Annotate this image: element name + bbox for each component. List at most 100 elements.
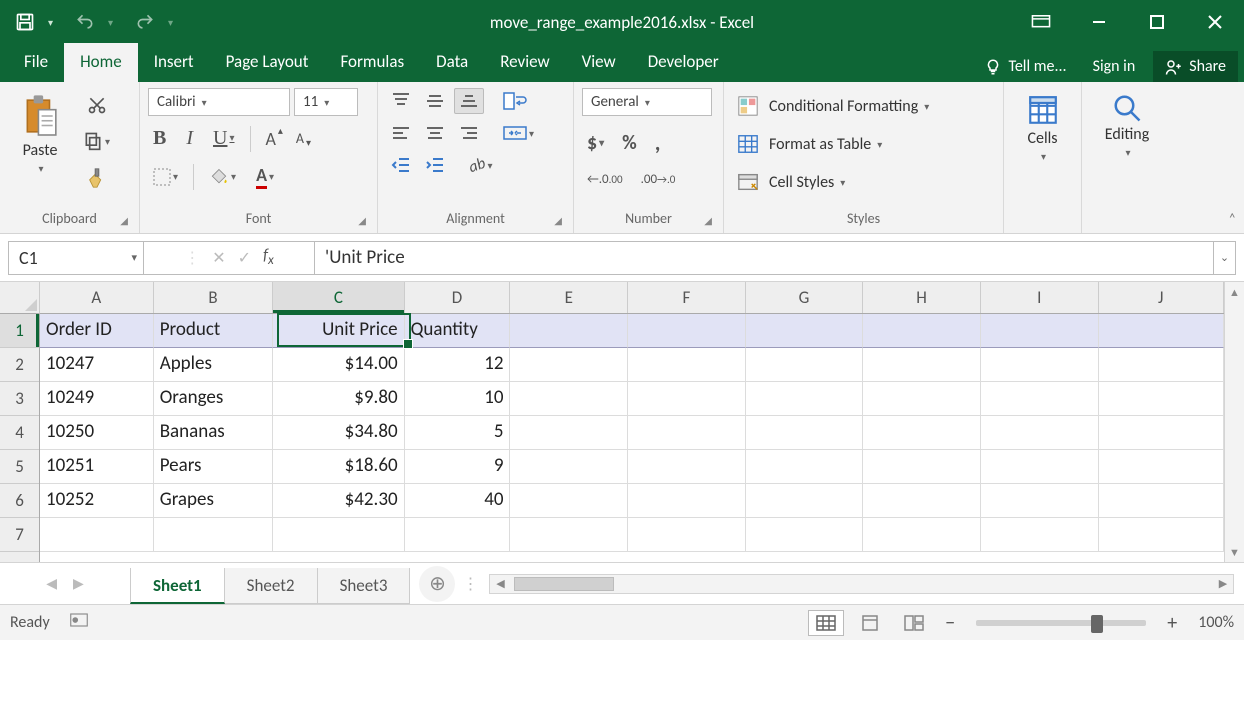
scroll-left-button[interactable]: ◀	[490, 575, 510, 593]
cell-D7[interactable]	[405, 518, 511, 552]
cell-I1[interactable]	[981, 314, 1099, 348]
collapse-ribbon-button[interactable]: ˄	[1228, 210, 1236, 227]
row-header-1[interactable]: 1	[0, 314, 39, 348]
cell-H4[interactable]	[863, 416, 981, 450]
scroll-down-button[interactable]: ▼	[1225, 542, 1244, 562]
cell-H1[interactable]	[863, 314, 981, 348]
paste-button[interactable]: Paste ▾	[8, 88, 72, 207]
align-middle-button[interactable]	[420, 88, 450, 114]
cell-G1[interactable]	[746, 314, 864, 348]
page-break-view-button[interactable]	[896, 610, 932, 636]
wrap-text-button[interactable]	[498, 88, 532, 114]
expand-formula-bar-button[interactable]: ⌄	[1214, 241, 1236, 275]
cell-I5[interactable]	[981, 450, 1099, 484]
save-button[interactable]	[10, 7, 40, 37]
cell-J5[interactable]	[1099, 450, 1224, 484]
decrease-font-button[interactable]: A▾	[291, 127, 309, 150]
cell-D1[interactable]: Quantity	[405, 314, 511, 348]
row-header-2[interactable]: 2	[0, 348, 39, 382]
column-header-D[interactable]: D	[405, 282, 511, 313]
comma-button[interactable]: ,	[650, 126, 666, 159]
format-as-table-button[interactable]: Format as Table▾	[732, 130, 995, 158]
minimize-button[interactable]	[1070, 0, 1128, 44]
page-layout-view-button[interactable]	[852, 610, 888, 636]
cell-H5[interactable]	[863, 450, 981, 484]
macro-recording-icon[interactable]	[70, 613, 88, 632]
cell-G5[interactable]	[746, 450, 864, 484]
increase-decimal-button[interactable]: ←.0.00	[582, 169, 628, 190]
decrease-indent-button[interactable]	[386, 152, 416, 178]
tab-data[interactable]: Data	[420, 43, 484, 82]
cell-J6[interactable]	[1099, 484, 1224, 518]
sheet-tab-sheet1[interactable]: Sheet1	[130, 568, 225, 604]
cell-styles-button[interactable]: Cell Styles▾	[732, 168, 995, 196]
cell-D4[interactable]: 5	[405, 416, 511, 450]
cell-D2[interactable]: 12	[405, 348, 511, 382]
cell-C6[interactable]: $42.30	[273, 484, 404, 518]
share-button[interactable]: Share	[1153, 51, 1238, 82]
sheet-tab-sheet2[interactable]: Sheet2	[224, 568, 318, 604]
new-sheet-button[interactable]: ⊕	[419, 566, 455, 602]
zoom-slider[interactable]	[976, 620, 1146, 626]
maximize-button[interactable]	[1128, 0, 1186, 44]
cell-E7[interactable]	[510, 518, 628, 552]
cells-area[interactable]: Order IDProductUnit PriceQuantity10247Ap…	[40, 314, 1224, 562]
cell-A4[interactable]: 10250	[40, 416, 154, 450]
undo-button[interactable]	[70, 7, 100, 37]
cell-C2[interactable]: $14.00	[273, 348, 404, 382]
vertical-scrollbar[interactable]: ▲ ▼	[1224, 282, 1244, 562]
number-format-combo[interactable]: General▾	[582, 88, 712, 116]
cell-E4[interactable]	[510, 416, 628, 450]
cell-B7[interactable]	[154, 518, 274, 552]
normal-view-button[interactable]	[808, 610, 844, 636]
cell-J4[interactable]	[1099, 416, 1224, 450]
cell-A7[interactable]	[40, 518, 154, 552]
insert-function-button[interactable]: fx	[263, 246, 274, 268]
cell-H6[interactable]	[863, 484, 981, 518]
cell-I7[interactable]	[981, 518, 1099, 552]
column-header-A[interactable]: A	[40, 282, 154, 313]
redo-dropdown-icon[interactable]: ▾	[168, 16, 182, 29]
zoom-out-button[interactable]: −	[940, 611, 960, 635]
row-header-4[interactable]: 4	[0, 416, 39, 450]
bold-button[interactable]: B	[148, 124, 171, 153]
increase-indent-button[interactable]	[420, 152, 450, 178]
copy-button[interactable]: ▾	[78, 128, 115, 154]
scroll-up-button[interactable]: ▲	[1225, 282, 1244, 302]
cell-B4[interactable]: Bananas	[154, 416, 274, 450]
merge-center-button[interactable]: ▾	[498, 120, 539, 146]
column-header-F[interactable]: F	[628, 282, 746, 313]
font-dialog-launcher[interactable]: ◢	[358, 214, 366, 227]
row-header-7[interactable]: 7	[0, 518, 39, 552]
cell-G7[interactable]	[746, 518, 864, 552]
cell-F6[interactable]	[628, 484, 746, 518]
tab-page-layout[interactable]: Page Layout	[210, 43, 325, 82]
increase-font-button[interactable]: A▴	[261, 125, 281, 153]
editing-menu-button[interactable]: Editing ▾	[1099, 88, 1155, 209]
enter-formula-button[interactable]: ✓	[238, 248, 251, 268]
cell-A3[interactable]: 10249	[40, 382, 154, 416]
number-dialog-launcher[interactable]: ◢	[704, 214, 712, 227]
redo-button[interactable]	[130, 7, 160, 37]
cell-A6[interactable]: 10252	[40, 484, 154, 518]
currency-button[interactable]: $▾	[582, 128, 609, 158]
tell-me-search[interactable]: Tell me...	[976, 51, 1074, 82]
align-left-button[interactable]	[386, 120, 416, 146]
hscroll-thumb[interactable]	[514, 577, 614, 591]
cell-F4[interactable]	[628, 416, 746, 450]
column-header-H[interactable]: H	[863, 282, 981, 313]
clipboard-dialog-launcher[interactable]: ◢	[120, 214, 128, 227]
name-box[interactable]: C1 ▾	[8, 241, 144, 275]
cell-F1[interactable]	[628, 314, 746, 348]
select-all-corner[interactable]	[0, 282, 40, 314]
sheet-prev-button[interactable]: ◀	[46, 575, 57, 592]
cell-J7[interactable]	[1099, 518, 1224, 552]
cell-B3[interactable]: Oranges	[154, 382, 274, 416]
row-header-3[interactable]: 3	[0, 382, 39, 416]
align-center-button[interactable]	[420, 120, 450, 146]
font-size-combo[interactable]: 11▾	[294, 88, 358, 116]
cell-B6[interactable]: Grapes	[154, 484, 274, 518]
underline-button[interactable]: U▾	[208, 124, 239, 153]
tab-insert[interactable]: Insert	[138, 43, 210, 82]
align-right-button[interactable]	[454, 120, 484, 146]
